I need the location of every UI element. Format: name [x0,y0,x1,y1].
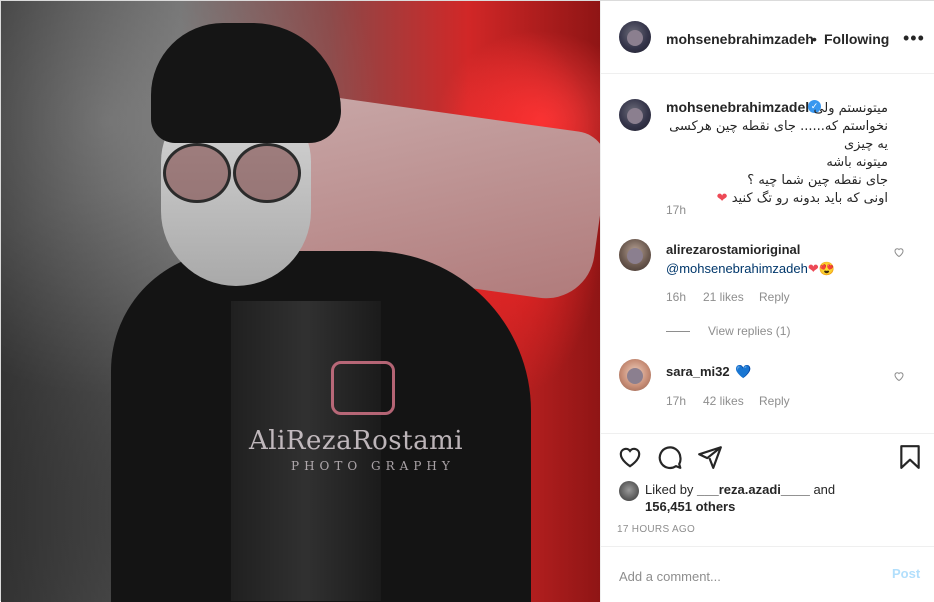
caption-line-2: نخواستم که...... جای نقطه چین هرکسی یه چ… [669,119,888,152]
liked-by-username[interactable]: ___reza.azadi____ [697,482,810,497]
caption-line-1: میتونستم ولی [813,101,888,116]
likes-count[interactable]: 156,451 others [645,499,735,514]
liked-by-avatar[interactable] [619,481,639,501]
author-avatar[interactable] [619,21,651,53]
comment-like-heart-icon[interactable] [893,370,905,385]
caption-avatar[interactable] [619,99,651,131]
more-options-icon[interactable]: ••• [903,28,925,49]
comments-section: mohsenebrahimzadeh ✓ میتونستم ولی نخواست… [601,74,934,434]
view-replies-button[interactable]: View replies (1) [708,324,790,338]
comment-emoji: ❤😍 [807,261,835,276]
comment-reply-button[interactable]: Reply [759,290,790,304]
view-replies-line [666,331,690,332]
watermark-camera-icon [331,361,395,415]
photo-watermark-sub: PHOTO GRAPHY [291,459,455,473]
commenter-avatar[interactable] [619,359,651,391]
photo-watermark: AliRezaRostami [249,426,464,456]
author-username[interactable]: mohsenebrahimzadeh [666,31,814,47]
post-photo[interactable]: AliRezaRostami PHOTO GRAPHY [1,1,600,602]
post-side-panel: mohsenebrahimzadeh • Following ••• mohse… [600,1,934,602]
post-actions: Liked by ___reza.azadi____ and 156,451 o… [601,433,934,546]
caption-text: میتونستم ولی نخواستم که...... جای نقطه چ… [666,100,888,208]
liked-by-connector: and [813,482,836,497]
comment-input[interactable] [617,564,861,588]
comment-likes[interactable]: 21 likes [703,290,744,304]
comment-like-heart-icon[interactable] [893,246,905,261]
photo-glasses-left [163,143,231,203]
add-comment-bar: Post [601,546,934,602]
liked-by-text: Liked by ___reza.azadi____ and [645,482,835,497]
post-header: mohsenebrahimzadeh • Following ••• [601,1,934,74]
comment-bubble-icon[interactable] [657,444,683,470]
comment-text: @mohsenebrahimzadeh❤😍 [666,261,835,277]
caption-line-4: جای نقطه چین شما چیه ؟ [747,173,888,188]
header-separator: • [812,31,817,47]
caption-line-5-text: اونی که باید بدونه رو تگ کنید [731,191,888,206]
heart-outline-icon [894,248,904,258]
caption-line-5: اونی که باید بدونه رو تگ کنید ❤ [666,190,888,208]
photo-glasses-right [233,143,301,203]
caption-time[interactable]: 17h [666,203,686,217]
comment-reply-button[interactable]: Reply [759,394,790,408]
heart-outline-icon [894,372,904,382]
comment-mention[interactable]: @mohsenebrahimzadeh [666,261,808,276]
post-comment-button[interactable]: Post [892,566,920,581]
following-button[interactable]: Following [824,31,889,47]
post-container: AliRezaRostami PHOTO GRAPHY mohsenebrahi… [0,0,934,602]
save-bookmark-icon[interactable] [897,444,923,470]
commenter-avatar[interactable] [619,239,651,271]
share-paper-plane-icon[interactable] [697,444,723,470]
blue-heart-emoji: 💙 [735,364,752,379]
heart-emoji-icon: ❤ [716,191,728,206]
liked-by-prefix: Liked by [645,482,694,497]
like-heart-icon[interactable] [617,444,643,470]
comment-time[interactable]: 17h [666,394,686,408]
comment-likes[interactable]: 42 likes [703,394,744,408]
post-timestamp[interactable]: 17 HOURS AGO [617,524,695,535]
comment-username[interactable]: sara_mi32 [666,364,730,379]
caption-line-3: میتونه باشه [826,155,888,170]
comment-time[interactable]: 16h [666,290,686,304]
comment-username[interactable]: alirezarostamioriginal [666,242,800,257]
